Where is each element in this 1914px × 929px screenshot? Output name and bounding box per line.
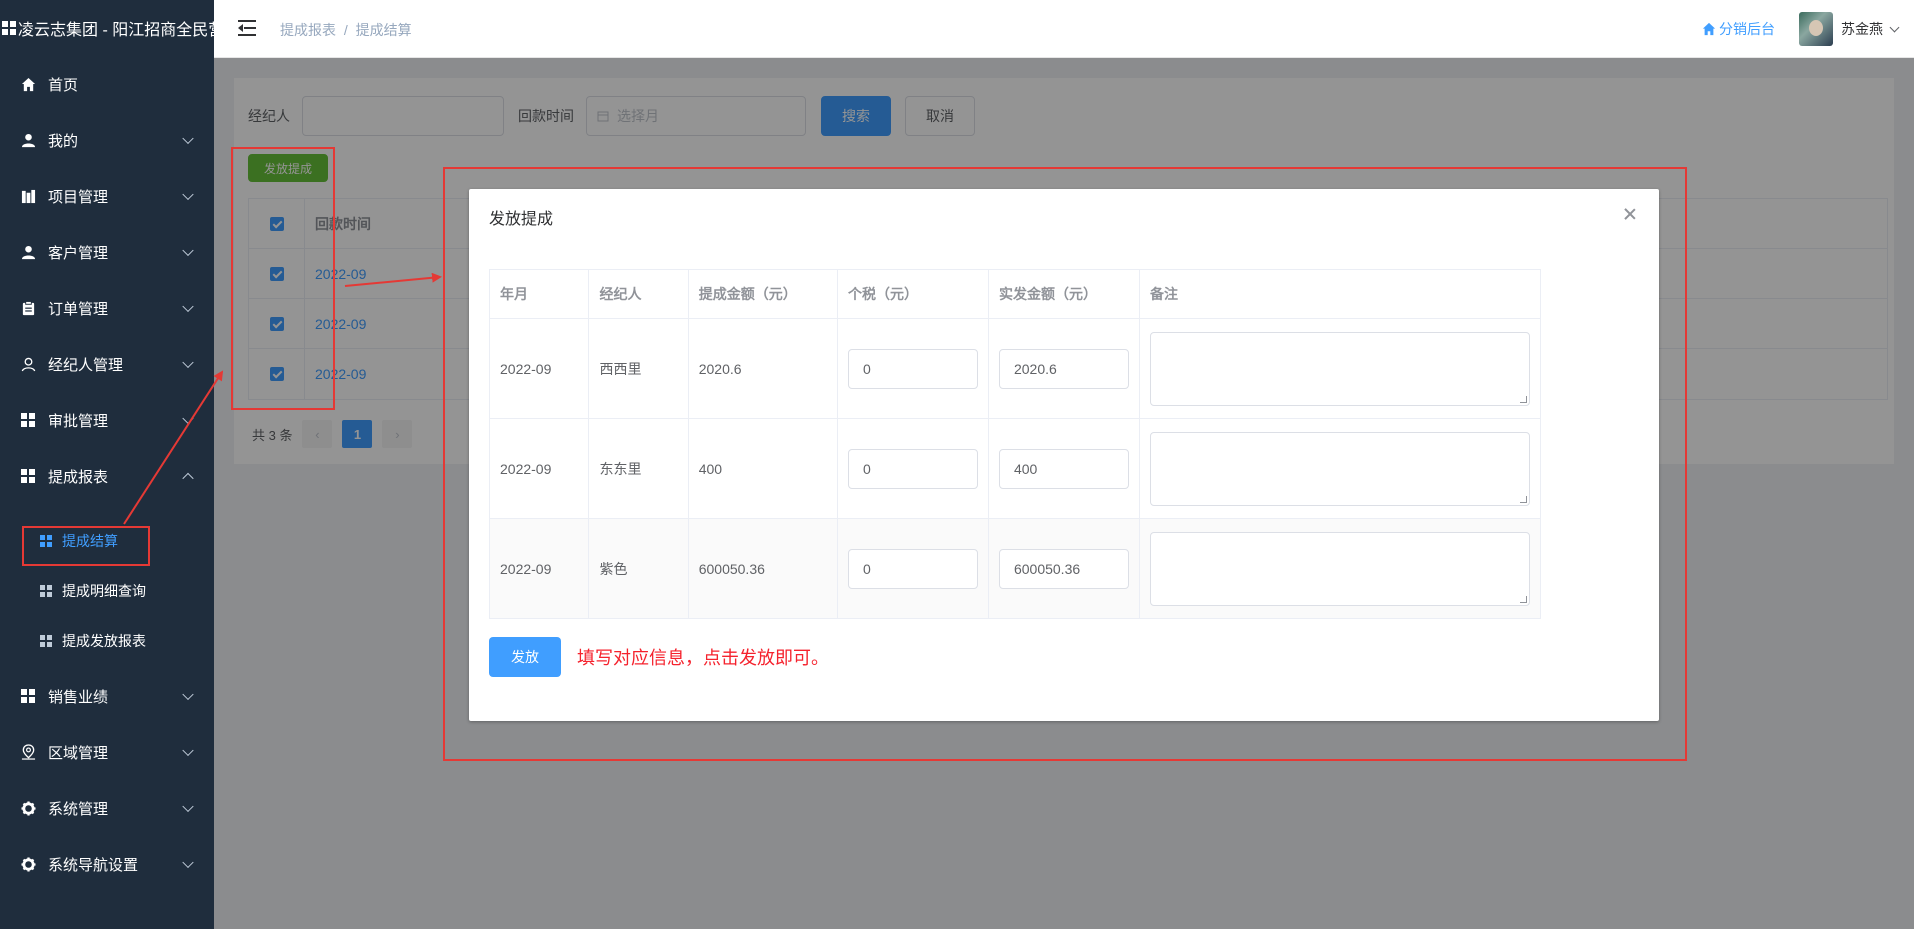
sidebar-item-label: 项目管理	[48, 188, 109, 206]
home-icon	[20, 76, 36, 92]
avatar[interactable]	[1799, 12, 1833, 46]
annotation-box-settlement-menu	[22, 526, 150, 566]
sidebar-item-approval[interactable]: 审批管理	[0, 392, 214, 448]
chevron-down-icon	[182, 244, 194, 257]
sidebar-item-label: 销售业绩	[48, 688, 109, 706]
sidebar-item-customers[interactable]: 客户管理	[0, 224, 214, 280]
clipboard-icon	[20, 300, 36, 316]
sidebar-subitem-label: 提成发放报表	[62, 633, 146, 649]
chevron-down-icon	[182, 412, 194, 425]
chevron-down-icon	[182, 744, 194, 757]
annotation-box-checkboxes	[231, 147, 335, 410]
chevron-down-icon	[182, 132, 194, 145]
hamburger-icon[interactable]	[238, 20, 256, 36]
gear-icon	[20, 856, 36, 872]
sidebar-item-label: 区域管理	[48, 744, 109, 762]
grid-icon	[40, 585, 52, 597]
sidebar-item-label: 系统导航设置	[48, 856, 139, 874]
caret-down-icon[interactable]	[1889, 22, 1900, 32]
annotation-box-dialog	[443, 167, 1687, 761]
grid-icon	[20, 412, 36, 428]
breadcrumb-separator: /	[343, 22, 348, 38]
sidebar-item-regions[interactable]: 区域管理	[0, 724, 214, 780]
chevron-up-icon	[182, 472, 194, 485]
brand: 凌云志集团 - 阳江招商全民营销	[0, 0, 214, 56]
sidebar-item-label: 经纪人管理	[48, 356, 124, 374]
sidebar-item-label: 我的	[48, 132, 79, 150]
chevron-down-icon	[182, 856, 194, 869]
sidebar-item-nav-settings[interactable]: 系统导航设置	[0, 836, 214, 892]
sidebar-item-home[interactable]: 首页	[0, 56, 214, 112]
user-icon	[20, 244, 36, 260]
chevron-down-icon	[182, 800, 194, 813]
sidebar-item-agents[interactable]: 经纪人管理	[0, 336, 214, 392]
breadcrumb-parent[interactable]: 提成报表	[280, 22, 336, 38]
header-right: 分销后台 苏金燕	[1702, 12, 1900, 46]
sidebar-item-label: 系统管理	[48, 800, 109, 818]
sidebar-subitem-issue-report[interactable]: 提成发放报表	[0, 616, 214, 666]
sidebar-item-mine[interactable]: 我的	[0, 112, 214, 168]
sidebar-item-system[interactable]: 系统管理	[0, 780, 214, 836]
logo-icon	[2, 21, 16, 35]
breadcrumb-current: 提成结算	[355, 22, 412, 38]
chevron-down-icon	[182, 356, 194, 369]
sidebar-item-label: 审批管理	[48, 412, 109, 430]
grid-icon	[20, 468, 36, 484]
grid-icon	[20, 688, 36, 704]
sidebar-item-projects[interactable]: 项目管理	[0, 168, 214, 224]
sidebar-item-label: 客户管理	[48, 244, 109, 262]
brand-title: 凌云志集团 - 阳江招商全民营销	[18, 22, 214, 39]
sidebar-item-label: 首页	[48, 76, 79, 94]
sidebar: 凌云志集团 - 阳江招商全民营销 首页 我的 项目管理 客户管理 订单管理	[0, 0, 214, 929]
sidebar-subitem-label: 提成明细查询	[62, 583, 146, 599]
building-icon	[20, 188, 36, 204]
home-icon	[1702, 22, 1716, 36]
user-icon	[20, 132, 36, 148]
location-icon	[20, 744, 36, 760]
sidebar-item-orders[interactable]: 订单管理	[0, 280, 214, 336]
sidebar-item-label: 订单管理	[48, 300, 109, 318]
sidebar-item-commission-report[interactable]: 提成报表	[0, 448, 214, 504]
chevron-down-icon	[182, 188, 194, 201]
sidebar-item-label: 提成报表	[48, 468, 109, 486]
gear-icon	[20, 800, 36, 816]
top-header: 提成报表 / 提成结算 分销后台 苏金燕	[214, 0, 1914, 58]
user-name[interactable]: 苏金燕	[1841, 19, 1883, 39]
breadcrumb: 提成报表 / 提成结算	[280, 20, 412, 40]
chevron-down-icon	[182, 300, 194, 313]
sidebar-subitem-detail-query[interactable]: 提成明细查询	[0, 566, 214, 616]
distribution-backend-label: 分销后台	[1719, 21, 1775, 37]
grid-icon	[40, 635, 52, 647]
chevron-down-icon	[182, 688, 194, 701]
sidebar-item-sales[interactable]: 销售业绩	[0, 668, 214, 724]
distribution-backend-link[interactable]: 分销后台	[1702, 19, 1775, 39]
user-outline-icon	[20, 356, 36, 372]
